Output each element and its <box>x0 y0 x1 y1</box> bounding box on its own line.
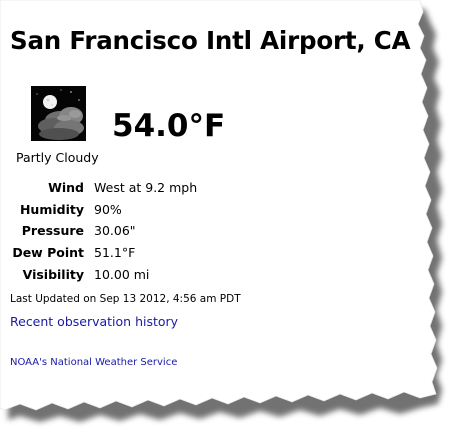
last-updated-text: Last Updated on Sep 13 2012, 4:56 am PDT <box>10 293 241 305</box>
pressure-value: 30.06" <box>94 223 136 239</box>
humidity-label: Humidity <box>19 201 84 217</box>
partly-cloudy-night-icon <box>31 86 86 141</box>
observation-row: Pressure 30.06" <box>10 220 197 242</box>
pressure-label: Pressure <box>21 223 84 239</box>
condition-text: Partly Cloudy <box>16 150 99 165</box>
noaa-link[interactable]: NOAA's National Weather Service <box>10 357 177 368</box>
observation-row: Dew Point 51.1°F <box>10 242 197 264</box>
wind-label: Wind <box>48 180 84 196</box>
observations-table: Wind West at 9.2 mph Humidity 90% Pressu… <box>10 177 197 285</box>
wind-value: West at 9.2 mph <box>94 180 198 196</box>
humidity-value: 90% <box>94 201 122 217</box>
observation-row: Humidity 90% <box>10 199 197 221</box>
visibility-value: 10.00 mi <box>94 266 150 282</box>
dew-point-value: 51.1°F <box>94 245 136 261</box>
observation-history-link[interactable]: Recent observation history <box>10 314 178 329</box>
dew-point-label: Dew Point <box>12 245 84 261</box>
observation-row: Visibility 10.00 mi <box>10 263 197 285</box>
station-title: San Francisco Intl Airport, CA <box>10 26 411 55</box>
weather-card: San Francisco Intl Airport, CA 54.0°F Pa… <box>0 0 458 435</box>
observation-row: Wind West at 9.2 mph <box>10 177 197 199</box>
temperature: 54.0°F <box>112 108 226 144</box>
visibility-label: Visibility <box>22 266 84 282</box>
